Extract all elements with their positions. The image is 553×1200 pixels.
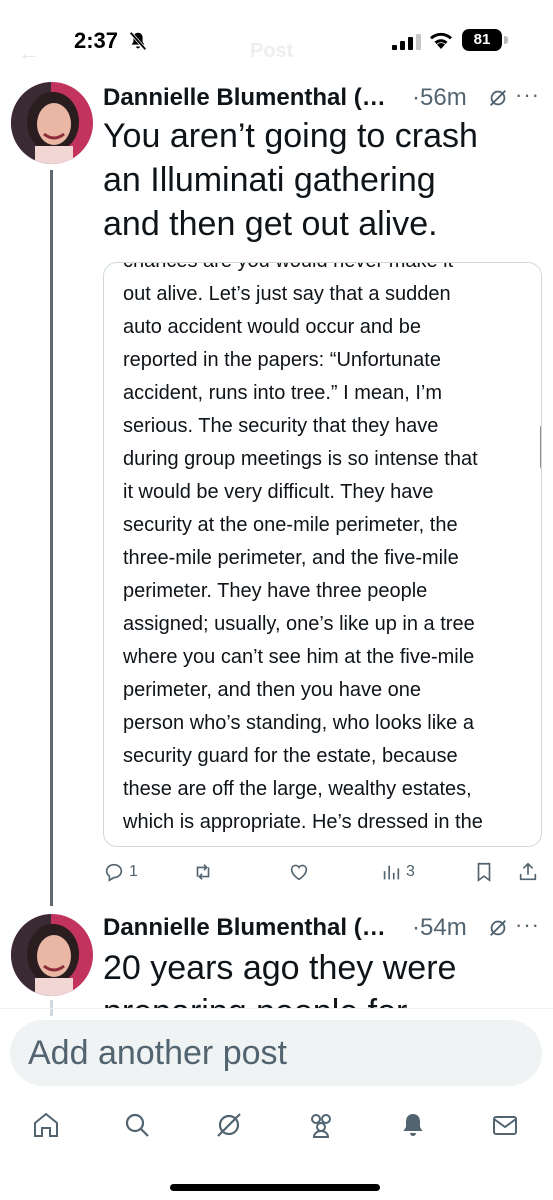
post-text: You aren’t going to crash an Illuminati …	[103, 114, 478, 246]
post-timestamp: ·56m	[412, 84, 467, 111]
notifications-bell-icon[interactable]	[398, 1110, 428, 1140]
long-text-line: reported in the papers: “Unfortunate	[123, 349, 441, 371]
long-text-line: accident, runs into tree.” I mean, I’m	[123, 382, 443, 404]
long-text-line: it would be very difficult. They have	[123, 481, 434, 503]
long-text-line: perimeter. They have three people	[123, 580, 428, 602]
post-text: 20 years ago they were preparing people …	[103, 946, 456, 1008]
bookmark-icon	[477, 862, 491, 882]
bottom-tab-bar	[0, 1100, 553, 1160]
post-text-line: an Illuminati gathering	[103, 161, 436, 199]
more-icon[interactable]: ···	[515, 82, 540, 108]
communities-icon[interactable]	[306, 1110, 336, 1140]
long-text-content: chances are you would never make it out …	[123, 263, 523, 846]
battery-tip	[504, 36, 508, 44]
add-post-input[interactable]: Add another post	[10, 1020, 542, 1086]
reply-button[interactable]: 1	[103, 858, 138, 886]
post-text-line: preparing people for	[103, 990, 456, 1008]
avatar-image	[11, 82, 93, 164]
grok-icon[interactable]	[487, 917, 509, 939]
messages-icon[interactable]	[490, 1110, 520, 1140]
bookmark-button[interactable]	[473, 858, 495, 886]
status-time: 2:37	[74, 28, 119, 53]
card-scrollbar[interactable]	[540, 425, 541, 469]
repost-icon	[196, 864, 210, 880]
long-text-line: uniform. The third person is standing	[123, 839, 523, 846]
post-text-line: 20 years ago they were	[103, 949, 457, 987]
status-bar: 2:37 81 ← Post	[0, 0, 553, 80]
post-text-line: and then get out alive.	[103, 205, 438, 243]
like-button[interactable]	[288, 858, 314, 886]
long-text-line: out alive. Let’s just say that a sudden	[123, 283, 451, 305]
post-actions: 1 3	[103, 858, 543, 888]
reply-count: 1	[129, 863, 138, 880]
long-text-line: person who’s standing, who looks like a	[123, 712, 474, 734]
battery-level: 81	[462, 29, 502, 51]
wifi-icon	[430, 32, 452, 49]
reply-icon	[105, 863, 123, 882]
like-icon	[290, 864, 308, 881]
repost-button[interactable]	[192, 858, 218, 886]
long-text-line: three-mile perimeter, and the five-mile	[123, 547, 459, 569]
post-timestamp: ·54m	[412, 914, 467, 941]
share-button[interactable]	[517, 858, 539, 886]
long-text-line: auto accident would occur and be	[123, 316, 421, 338]
views-icon	[383, 865, 400, 880]
long-text-line: which is appropriate. He’s dressed in th…	[123, 811, 483, 833]
long-text-line: security at the one-mile perimeter, the	[123, 514, 458, 536]
more-icon[interactable]: ···	[515, 912, 540, 938]
thread-connector-line	[50, 170, 53, 906]
home-icon[interactable]	[31, 1110, 61, 1140]
long-text-line: perimeter, and then you have one	[123, 679, 421, 701]
long-text-line: during group meetings is so intense that	[123, 448, 478, 470]
long-text-line: chances are you would never make it	[123, 263, 523, 278]
grok-icon[interactable]	[487, 87, 509, 109]
bell-slash-icon	[129, 31, 147, 51]
long-text-line: where you can’t see him at the five-mile	[123, 646, 475, 668]
long-text-line: security guard for the estate, because	[123, 745, 458, 767]
views-count: 3	[406, 863, 415, 880]
header-title: Post	[250, 40, 294, 62]
home-indicator	[170, 1184, 380, 1191]
avatar[interactable]	[11, 82, 93, 164]
post-text-line: You aren’t going to crash	[103, 117, 478, 155]
share-icon	[519, 862, 537, 881]
compose-divider	[0, 1008, 553, 1009]
long-text-line: serious. The security that they have	[123, 415, 439, 437]
cellular-signal-icon	[392, 34, 421, 50]
avatar[interactable]	[11, 914, 93, 996]
long-text-card[interactable]: chances are you would never make it out …	[103, 262, 542, 847]
post-author-name[interactable]: Dannielle Blumenthal (…	[103, 84, 386, 112]
long-text-line: these are off the large, wealthy estates…	[123, 778, 472, 800]
search-icon[interactable]	[122, 1110, 152, 1140]
battery-indicator: 81	[462, 29, 510, 51]
back-arrow-icon[interactable]: ←	[18, 40, 40, 66]
long-text-line: assigned; usually, one’s like up in a tr…	[123, 613, 475, 635]
add-post-placeholder: Add another post	[28, 1034, 287, 1072]
avatar-image	[11, 914, 93, 996]
post-author-name[interactable]: Dannielle Blumenthal (…	[103, 914, 386, 942]
views-button[interactable]: 3	[380, 858, 415, 886]
grok-tab-icon[interactable]	[214, 1110, 244, 1140]
